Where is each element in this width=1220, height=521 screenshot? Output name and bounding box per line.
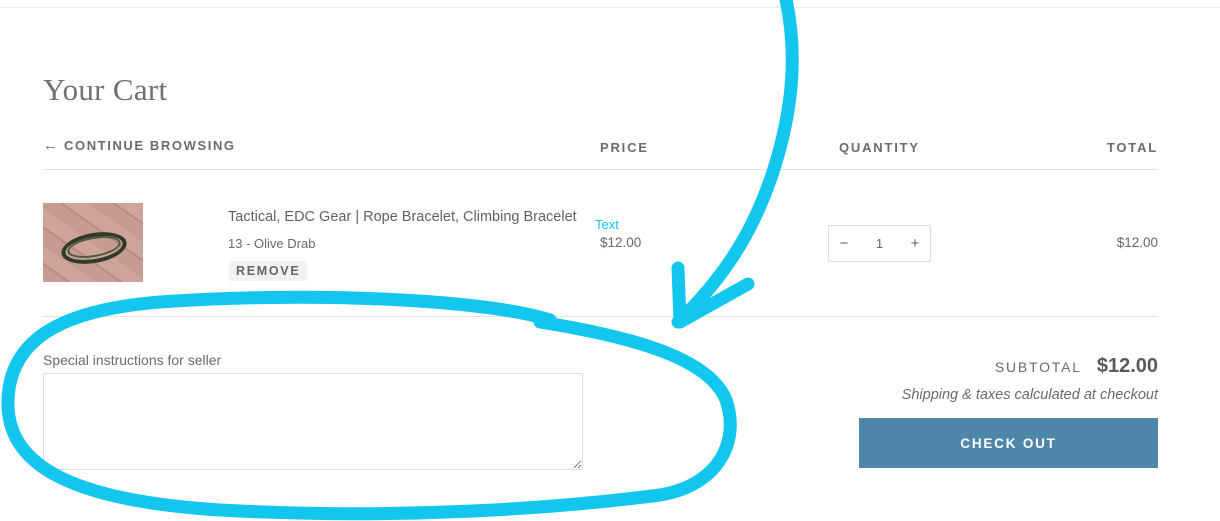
remove-button[interactable]: REMOVE <box>229 261 308 281</box>
product-variant: 13 - Olive Drab <box>228 236 316 251</box>
header-divider-line <box>43 169 1158 170</box>
subtotal-label: SUBTOTAL <box>994 359 1082 375</box>
product-title-link[interactable]: Tactical, EDC Gear | Rope Bracelet, Clim… <box>228 209 577 225</box>
subtotal-row: SUBTOTAL $12.00 <box>995 355 1158 378</box>
quantity-column-header: QUANTITY <box>839 140 920 155</box>
shipping-note: Shipping & taxes calculated at checkout <box>901 387 1158 403</box>
line-item-total: $12.00 <box>1116 235 1158 250</box>
quantity-decrease-button[interactable]: − <box>829 226 859 261</box>
annotation-text-label: Text <box>595 217 619 232</box>
item-divider-line <box>43 316 1158 317</box>
total-column-header: TOTAL <box>1106 140 1158 155</box>
price-column-header: PRICE <box>600 140 649 155</box>
continue-browsing-link[interactable]: ← CONTINUE BROWSING <box>43 137 236 154</box>
arrow-left-icon: ← <box>43 137 58 154</box>
quantity-input[interactable] <box>859 235 900 252</box>
subtotal-value: $12.00 <box>1096 355 1158 377</box>
quantity-stepper: − + <box>828 225 931 262</box>
continue-browsing-label: CONTINUE BROWSING <box>64 138 236 153</box>
annotation-arrow-shaft <box>671 0 799 329</box>
annotation-arrow-head <box>671 261 755 329</box>
checkout-button[interactable]: CHECK OUT <box>859 418 1158 468</box>
product-price: $12.00 <box>600 235 642 250</box>
header-divider <box>0 7 1220 8</box>
quantity-increase-button[interactable]: + <box>900 226 930 261</box>
cart-page: Your Cart ← CONTINUE BROWSING PRICE QUAN… <box>0 0 1220 521</box>
page-title: Your Cart <box>43 72 168 107</box>
notes-label: Special instructions for seller <box>43 352 222 368</box>
seller-instructions-textarea[interactable] <box>43 373 583 470</box>
product-image[interactable] <box>43 203 143 282</box>
